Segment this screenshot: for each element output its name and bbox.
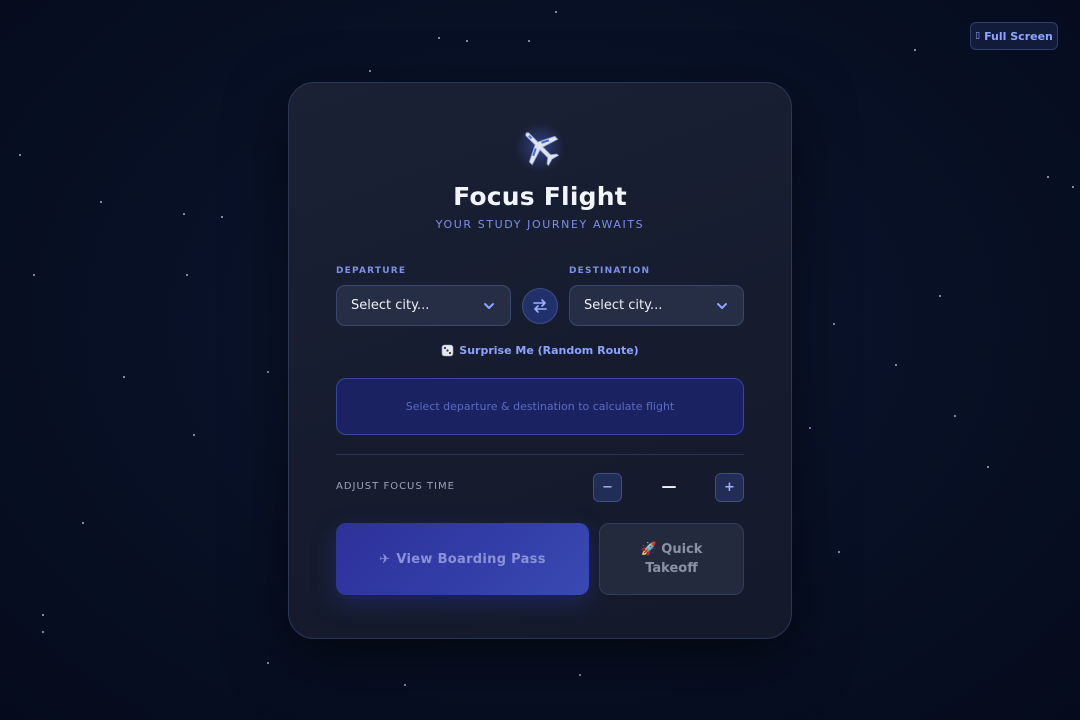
fullscreen-label: Full Screen <box>984 29 1053 43</box>
airplane-icon <box>525 132 560 167</box>
adjust-focus-label: ADJUST FOCUS TIME <box>336 481 455 492</box>
surprise-me-link[interactable]: Surprise Me (Random Route) <box>288 344 792 357</box>
expand-icon: ▯ <box>975 31 981 41</box>
app-subtitle: YOUR STUDY JOURNEY AWAITS <box>435 218 645 231</box>
quick-takeoff-text: 🚀 Quick Takeoff <box>622 540 721 578</box>
boarding-pass-label: View Boarding Pass <box>396 551 546 567</box>
focus-time-value: — <box>661 477 677 495</box>
logo-badge <box>515 122 565 172</box>
chevron-down-icon <box>484 302 494 309</box>
quick-takeoff-button[interactable]: 🚀 Quick Takeoff <box>599 523 744 595</box>
dice-icon <box>441 344 454 357</box>
divider <box>336 454 744 455</box>
decrease-time-button[interactable]: − <box>593 473 622 502</box>
swap-arrows-icon <box>533 299 547 313</box>
flight-info-box: Select departure & destination to calcul… <box>336 378 744 435</box>
increase-time-button[interactable]: + <box>715 473 744 502</box>
destination-value: Select city... <box>584 298 663 313</box>
destination-label: DESTINATION <box>569 266 651 276</box>
departure-value: Select city... <box>351 298 430 313</box>
departure-label: DEPARTURE <box>336 266 407 276</box>
view-boarding-pass-button[interactable]: ✈ View Boarding Pass <box>336 523 589 595</box>
rocket-icon: 🚀 <box>640 542 657 557</box>
flight-info-message: Select departure & destination to calcul… <box>405 400 675 413</box>
destination-select[interactable]: Select city... <box>569 285 744 326</box>
swap-route-button[interactable] <box>522 288 558 324</box>
chevron-down-icon <box>717 302 727 309</box>
departure-select[interactable]: Select city... <box>336 285 511 326</box>
app-title: Focus Flight <box>453 182 627 211</box>
airplane-icon: ✈ <box>379 551 391 567</box>
fullscreen-button[interactable]: ▯ Full Screen <box>970 22 1058 50</box>
surprise-label: Surprise Me (Random Route) <box>459 344 639 357</box>
